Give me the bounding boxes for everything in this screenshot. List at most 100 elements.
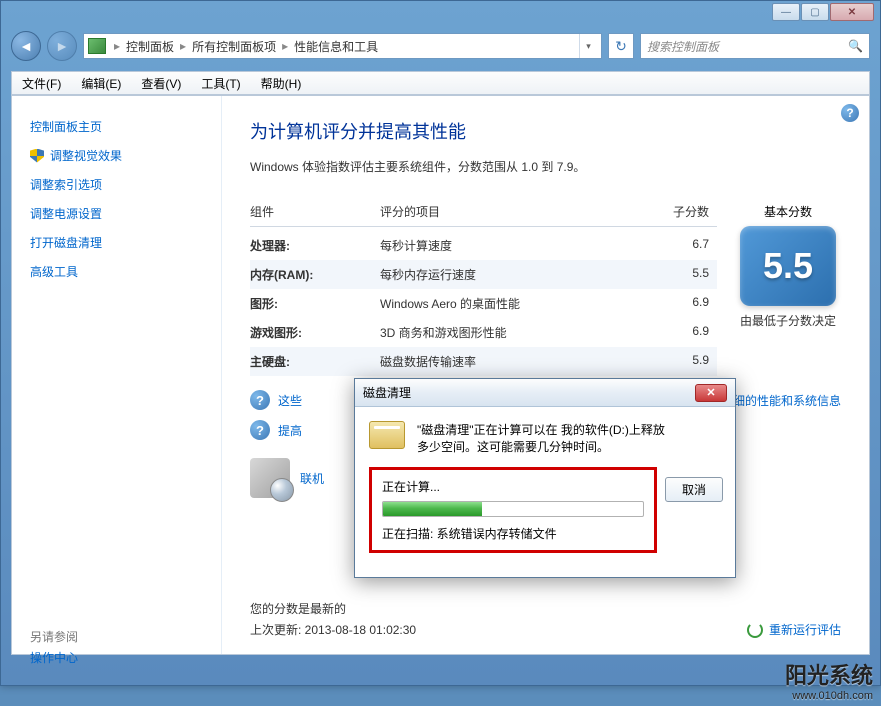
score-area: 组件 评分的项目 子分数 处理器: 每秒计算速度 6.7 内存(RAM): 每秒… (250, 203, 841, 376)
breadcrumb-sep: ▸ (176, 39, 190, 53)
refresh-icon (747, 622, 763, 638)
bottom-info: 您的分数是最新的 上次更新: 2013-08-18 01:02:30 重新运行评… (250, 600, 841, 638)
sidebar-item-visual-effects[interactable]: 调整视觉效果 (30, 143, 203, 172)
rerun-link[interactable]: 重新运行评估 (747, 621, 841, 638)
scanning-label: 正在扫描: 系统错误内存转储文件 (382, 525, 644, 542)
menu-view[interactable]: 查看(V) (131, 75, 191, 92)
back-button[interactable]: ◄ (11, 31, 41, 61)
watermark-title: 阳光系统 (785, 658, 873, 690)
badge-header: 基本分数 (735, 203, 841, 220)
cell-desc: 磁盘数据传输速率 (380, 353, 647, 370)
calculating-label: 正在计算... (382, 478, 644, 495)
dialog-title-text: 磁盘清理 (363, 384, 411, 401)
cell-desc: 每秒计算速度 (380, 237, 647, 254)
table-row: 游戏图形: 3D 商务和游戏图形性能 6.9 (250, 318, 717, 347)
drive-icon (369, 421, 405, 449)
page-title: 为计算机评分并提高其性能 (250, 118, 841, 144)
dialog-close-button[interactable]: ✕ (695, 384, 727, 402)
help-link[interactable]: 这些 (278, 392, 302, 409)
close-button[interactable]: ✕ (830, 3, 874, 21)
watermark: 阳光系统 www.010dh.com (785, 658, 873, 702)
maximize-button[interactable]: ▢ (801, 3, 829, 21)
menu-bar: 文件(F) 编辑(E) 查看(V) 工具(T) 帮助(H) (11, 71, 870, 95)
dialog-message: "磁盘清理"正在计算可以在 我的软件(D:)上释放 多少空间。这可能需要几分钟时… (417, 421, 665, 455)
base-score-badge: 基本分数 5.5 由最低子分数决定 (735, 203, 841, 376)
menu-tools[interactable]: 工具(T) (191, 75, 250, 92)
breadcrumb-sep: ▸ (110, 39, 124, 53)
cell-score: 5.5 (647, 266, 717, 283)
help-icon[interactable]: ? (841, 104, 859, 122)
question-icon: ? (250, 420, 270, 440)
search-placeholder: 搜索控制面板 (647, 38, 719, 55)
cell-desc: 每秒内存运行速度 (380, 266, 647, 283)
cell-desc: 3D 商务和游戏图形性能 (380, 324, 647, 341)
cell-score: 6.9 (647, 295, 717, 312)
menu-help[interactable]: 帮助(H) (251, 75, 312, 92)
breadcrumb-item[interactable]: 性能信息和工具 (292, 38, 380, 55)
rerun-label: 重新运行评估 (769, 621, 841, 638)
disk-cleanup-dialog: 磁盘清理 ✕ "磁盘清理"正在计算可以在 我的软件(D:)上释放 多少空间。这可… (354, 378, 736, 578)
th-subscore: 子分数 (647, 203, 717, 220)
watermark-url: www.010dh.com (785, 690, 873, 702)
status-line1: 您的分数是最新的 (250, 600, 416, 617)
question-icon: ? (250, 390, 270, 410)
sidebar: 控制面板主页 调整视觉效果 调整索引选项 调整电源设置 打开磁盘清理 高级工具 … (12, 96, 222, 654)
dialog-message-row: "磁盘清理"正在计算可以在 我的软件(D:)上释放 多少空间。这可能需要几分钟时… (369, 421, 721, 455)
sidebar-item-indexing[interactable]: 调整索引选项 (30, 172, 203, 201)
sidebar-item-disk-cleanup[interactable]: 打开磁盘清理 (30, 230, 203, 259)
cell-component: 游戏图形: (250, 324, 380, 341)
table-row: 内存(RAM): 每秒内存运行速度 5.5 (250, 260, 717, 289)
sidebar-item-action-center[interactable]: 操作中心 (30, 645, 203, 674)
th-rated: 评分的项目 (380, 203, 647, 220)
breadcrumb-sep: ▸ (278, 39, 292, 53)
sidebar-item-power[interactable]: 调整电源设置 (30, 201, 203, 230)
search-input[interactable]: 搜索控制面板 🔍 (640, 33, 870, 59)
cell-component: 处理器: (250, 237, 380, 254)
th-component: 组件 (250, 203, 380, 220)
explorer-window: — ▢ ✕ ◄ ► ▸ 控制面板 ▸ 所有控制面板项 ▸ 性能信息和工具 ▾ ↻… (0, 0, 881, 686)
menu-file[interactable]: 文件(F) (12, 75, 71, 92)
see-also-heading: 另请参阅 (30, 628, 203, 645)
sidebar-item-advanced[interactable]: 高级工具 (30, 259, 203, 288)
folder-icon (88, 38, 106, 54)
progress-fill (383, 502, 482, 516)
dialog-body: "磁盘清理"正在计算可以在 我的软件(D:)上释放 多少空间。这可能需要几分钟时… (355, 407, 735, 577)
minimize-button[interactable]: — (772, 3, 800, 21)
progress-bar (382, 501, 644, 517)
cell-component: 主硬盘: (250, 353, 380, 370)
shield-icon (30, 149, 44, 163)
status-line2: 上次更新: 2013-08-18 01:02:30 (250, 621, 416, 638)
breadcrumb-item[interactable]: 控制面板 (124, 38, 176, 55)
address-dropdown-icon[interactable]: ▾ (579, 34, 597, 58)
score-status: 您的分数是最新的 上次更新: 2013-08-18 01:02:30 (250, 600, 416, 638)
table-row: 处理器: 每秒计算速度 6.7 (250, 231, 717, 260)
cancel-button[interactable]: 取消 (665, 477, 723, 502)
cell-component: 内存(RAM): (250, 266, 380, 283)
badge-caption: 由最低子分数决定 (735, 312, 841, 329)
address-bar[interactable]: ▸ 控制面板 ▸ 所有控制面板项 ▸ 性能信息和工具 ▾ (83, 33, 602, 59)
table-row: 主硬盘: 磁盘数据传输速率 5.9 (250, 347, 717, 376)
cell-desc: Windows Aero 的桌面性能 (380, 295, 647, 312)
forward-button[interactable]: ► (47, 31, 77, 61)
breadcrumb-item[interactable]: 所有控制面板项 (190, 38, 278, 55)
cell-score: 6.9 (647, 324, 717, 341)
table-row: 图形: Windows Aero 的桌面性能 6.9 (250, 289, 717, 318)
progress-highlight: 正在计算... 正在扫描: 系统错误内存转储文件 (369, 467, 657, 553)
sidebar-item-home[interactable]: 控制面板主页 (30, 114, 203, 143)
refresh-button[interactable]: ↻ (608, 33, 634, 59)
dialog-titlebar[interactable]: 磁盘清理 ✕ (355, 379, 735, 407)
cell-component: 图形: (250, 295, 380, 312)
software-disc-icon (250, 458, 290, 498)
cell-score: 6.7 (647, 237, 717, 254)
learn-online-link[interactable]: 联机 (300, 470, 324, 487)
help-link[interactable]: 提高 (278, 422, 302, 439)
help-link-right[interactable]: 细的性能和系统信息 (733, 392, 841, 409)
nav-bar: ◄ ► ▸ 控制面板 ▸ 所有控制面板项 ▸ 性能信息和工具 ▾ ↻ 搜索控制面… (11, 29, 870, 63)
base-score-value: 5.5 (740, 226, 836, 306)
window-controls: — ▢ ✕ (772, 3, 874, 21)
search-icon: 🔍 (848, 39, 863, 53)
score-table: 组件 评分的项目 子分数 处理器: 每秒计算速度 6.7 内存(RAM): 每秒… (250, 203, 717, 376)
menu-edit[interactable]: 编辑(E) (71, 75, 131, 92)
table-header: 组件 评分的项目 子分数 (250, 203, 717, 227)
sidebar-item-label: 调整视觉效果 (50, 147, 122, 164)
